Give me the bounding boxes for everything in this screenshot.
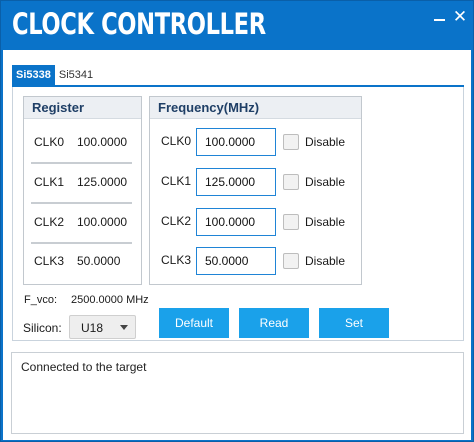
- clk2-disable-label[interactable]: Disable: [305, 215, 345, 229]
- tab-strip: Si5338 Si5341: [12, 65, 97, 86]
- register-label: CLK2: [34, 214, 65, 229]
- set-button[interactable]: Set: [319, 308, 389, 338]
- register-value: 100.0000: [77, 134, 128, 149]
- register-value: 100.0000: [77, 214, 128, 229]
- register-group: Register CLK0 100.0000 CLK1 125.0000 CLK…: [23, 96, 142, 285]
- tab-si5338[interactable]: Si5338: [12, 65, 55, 86]
- register-row-clk3: CLK3 50.0000: [24, 241, 141, 280]
- clk1-frequency-input[interactable]: [196, 168, 276, 196]
- frequency-label: CLK0: [161, 134, 192, 148]
- title-bar[interactable]: CLOCK CONTROLLER ✕: [1, 1, 473, 50]
- silicon-selected-value: U18: [81, 321, 104, 335]
- frequency-row-clk3: CLK3 Disable: [150, 247, 361, 275]
- register-row-clk1: CLK1 125.0000: [24, 162, 141, 201]
- status-log-text: Connected to the target: [21, 360, 147, 374]
- read-button[interactable]: Read: [239, 308, 309, 338]
- frequency-group: Frequency(MHz) CLK0 Disable CLK1 Disable…: [149, 96, 362, 285]
- clk0-disable-checkbox[interactable]: [283, 134, 299, 150]
- frequency-label: CLK3: [161, 253, 192, 267]
- fvco-readout: F_vco: 2500.0000 MHz: [24, 294, 149, 306]
- register-label: CLK1: [34, 174, 65, 189]
- register-label: CLK3: [34, 253, 65, 268]
- register-value: 125.0000: [77, 174, 128, 189]
- clk0-frequency-input[interactable]: [196, 128, 276, 156]
- minimize-icon: [433, 19, 445, 21]
- clk3-frequency-input[interactable]: [196, 247, 276, 275]
- register-label: CLK0: [34, 134, 65, 149]
- register-row-clk0: CLK0 100.0000: [24, 122, 141, 161]
- clk2-frequency-input[interactable]: [196, 208, 276, 236]
- clk2-disable-checkbox[interactable]: [283, 214, 299, 230]
- register-value: 50.0000: [77, 253, 121, 268]
- silicon-select[interactable]: U18: [69, 315, 136, 339]
- frequency-row-clk0: CLK0 Disable: [150, 128, 361, 156]
- frequency-row-clk2: CLK2 Disable: [150, 208, 361, 236]
- clk3-disable-label[interactable]: Disable: [305, 254, 345, 268]
- register-header: Register: [24, 97, 141, 119]
- minimize-button[interactable]: [430, 8, 448, 26]
- fvco-label: F_vco:: [24, 294, 58, 306]
- chevron-down-icon: [120, 325, 128, 330]
- tab-panel-si5338: Register CLK0 100.0000 CLK1 125.0000 CLK…: [12, 87, 464, 341]
- clk0-disable-label[interactable]: Disable: [305, 135, 345, 149]
- client-area: Si5338 Si5341 Register CLK0 100.0000 CLK…: [3, 50, 471, 440]
- close-icon: ✕: [452, 7, 468, 26]
- tab-si5341[interactable]: Si5341: [55, 65, 97, 86]
- app-window: CLOCK CONTROLLER ✕ Si5338 Si5341 Registe…: [0, 0, 474, 442]
- status-log[interactable]: Connected to the target: [11, 352, 464, 434]
- window-title: CLOCK CONTROLLER: [12, 7, 266, 41]
- frequency-header: Frequency(MHz): [150, 97, 361, 119]
- fvco-value: 2500.0000 MHz: [71, 294, 149, 306]
- frequency-row-clk1: CLK1 Disable: [150, 168, 361, 196]
- clk1-disable-checkbox[interactable]: [283, 174, 299, 190]
- frequency-label: CLK1: [161, 174, 192, 188]
- clk1-disable-label[interactable]: Disable: [305, 175, 345, 189]
- default-button[interactable]: Default: [159, 308, 229, 338]
- frequency-label: CLK2: [161, 214, 192, 228]
- silicon-label: Silicon:: [23, 321, 62, 335]
- close-button[interactable]: ✕: [451, 8, 469, 26]
- register-row-clk2: CLK2 100.0000: [24, 202, 141, 241]
- clk3-disable-checkbox[interactable]: [283, 253, 299, 269]
